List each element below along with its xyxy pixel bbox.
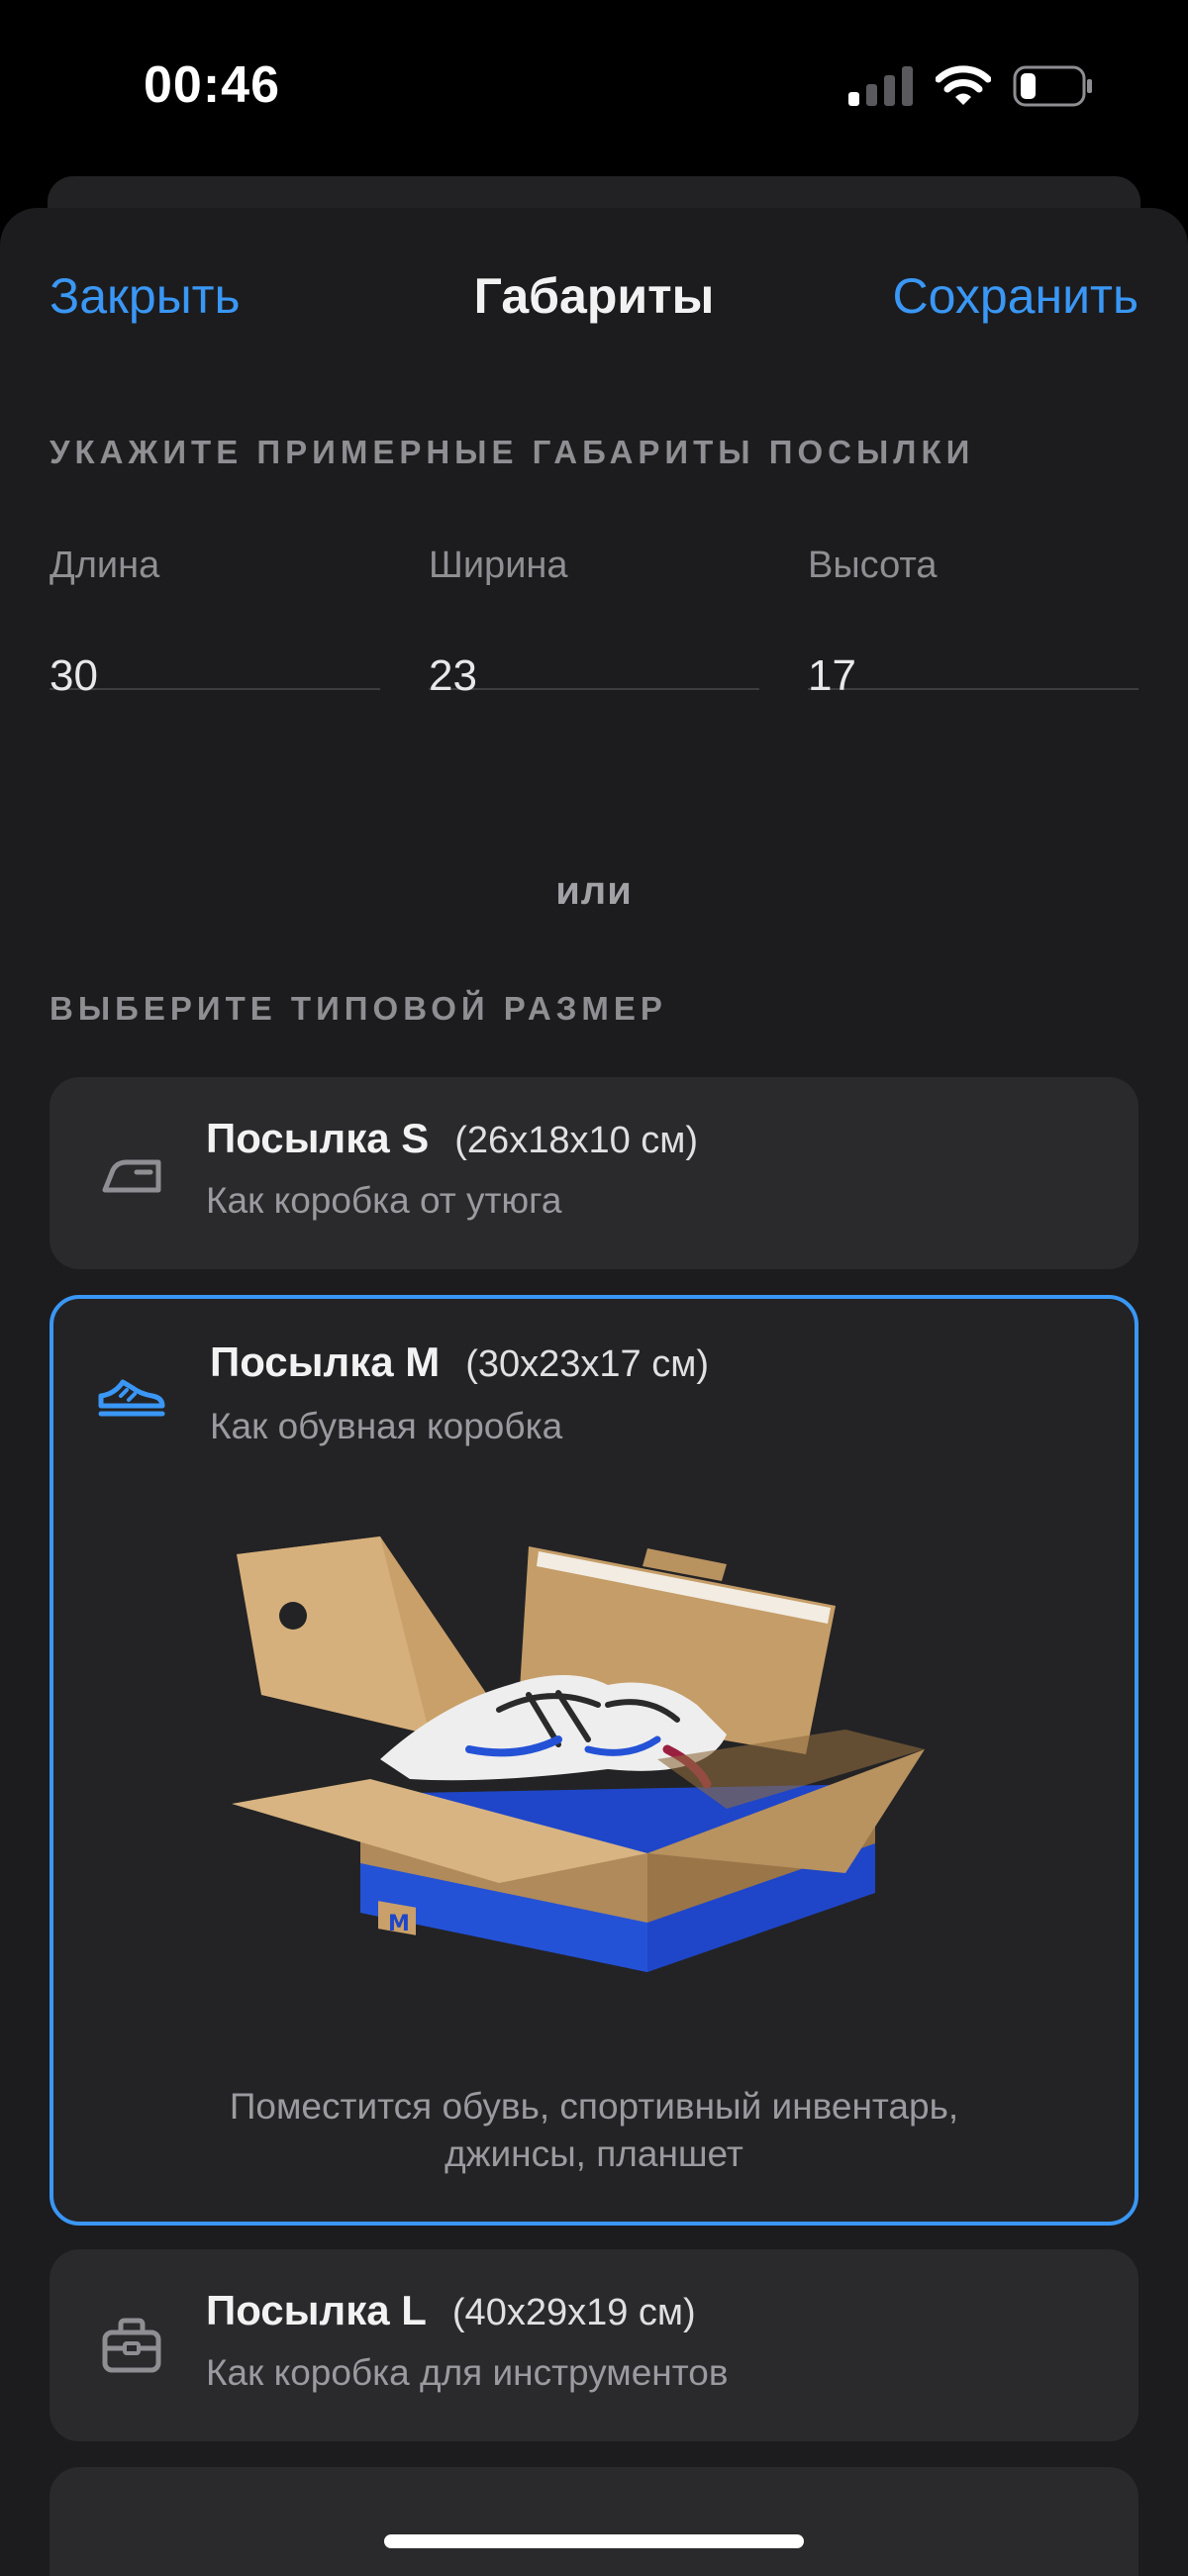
height-input[interactable]: 17 (808, 651, 856, 701)
size-option-note-line2: джинсы, планшет (445, 2133, 743, 2174)
width-input[interactable]: 23 (429, 651, 477, 701)
size-option-s[interactable]: Посылка S (26x18x10 см) Как коробка от у… (50, 1077, 1138, 1269)
sneaker-icon (98, 1379, 165, 1417)
size-option-title: Посылка S (206, 1115, 430, 1161)
width-field[interactable]: Ширина 23 (429, 545, 759, 700)
dimensions-sheet: Закрыть Габариты Сохранить УКАЖИТЕ ПРИМЕ… (0, 208, 1188, 2576)
wifi-icon (936, 65, 991, 105)
size-option-note-line1: Поместится обувь, спортивный инвентарь, (229, 2086, 959, 2127)
size-option-l[interactable]: Посылка L (40x29x19 см) Как коробка для … (50, 2249, 1138, 2441)
size-option-next[interactable] (50, 2467, 1138, 2576)
size-option-title: Посылка L (206, 2287, 427, 2333)
status-bar: 00:46 (0, 0, 1188, 168)
battery-icon (1013, 65, 1092, 107)
height-field[interactable]: Высота 17 (808, 545, 1138, 700)
or-separator: или (555, 869, 633, 913)
size-option-subtitle: Как обувная коробка (210, 1406, 563, 1446)
sizes-section-title: ВЫБЕРИТЕ ТИПОВОЙ РАЗМЕР (50, 990, 667, 1027)
size-option-dimensions: (26x18x10 см) (454, 1120, 699, 1161)
length-label: Длина (50, 545, 160, 586)
dimensions-section-title: УКАЖИТЕ ПРИМЕРНЫЕ ГАБАРИТЫ ПОСЫЛКИ (50, 434, 975, 470)
length-input[interactable]: 30 (50, 651, 98, 701)
shoe-box-illustration: M (232, 1536, 925, 1972)
status-time: 00:46 (144, 56, 280, 114)
length-field[interactable]: Длина 30 (50, 545, 380, 700)
nav-bar: Закрыть Габариты Сохранить (0, 208, 1188, 376)
size-option-m[interactable]: Посылка M (30x23x17 см) Как обувная коро… (50, 1295, 1138, 2226)
size-option-subtitle: Как коробка от утюга (206, 1180, 562, 1221)
size-option-dimensions: (30x23x17 см) (465, 1343, 710, 1385)
toolbox-icon (102, 2318, 161, 2373)
height-label: Высота (808, 545, 938, 586)
box-label: M (388, 1912, 410, 1936)
close-button[interactable]: Закрыть (50, 267, 241, 325)
size-option-subtitle: Как коробка для инструментов (206, 2352, 729, 2393)
status-icons (848, 65, 1094, 107)
iron-icon (102, 1159, 161, 1193)
home-indicator[interactable] (384, 2534, 804, 2548)
cellular-signal-icon (848, 66, 913, 106)
size-option-title: Посылка M (210, 1338, 441, 1385)
size-option-dimensions: (40x29x19 см) (451, 2292, 696, 2333)
width-label: Ширина (429, 545, 568, 586)
save-button[interactable]: Сохранить (893, 267, 1138, 325)
